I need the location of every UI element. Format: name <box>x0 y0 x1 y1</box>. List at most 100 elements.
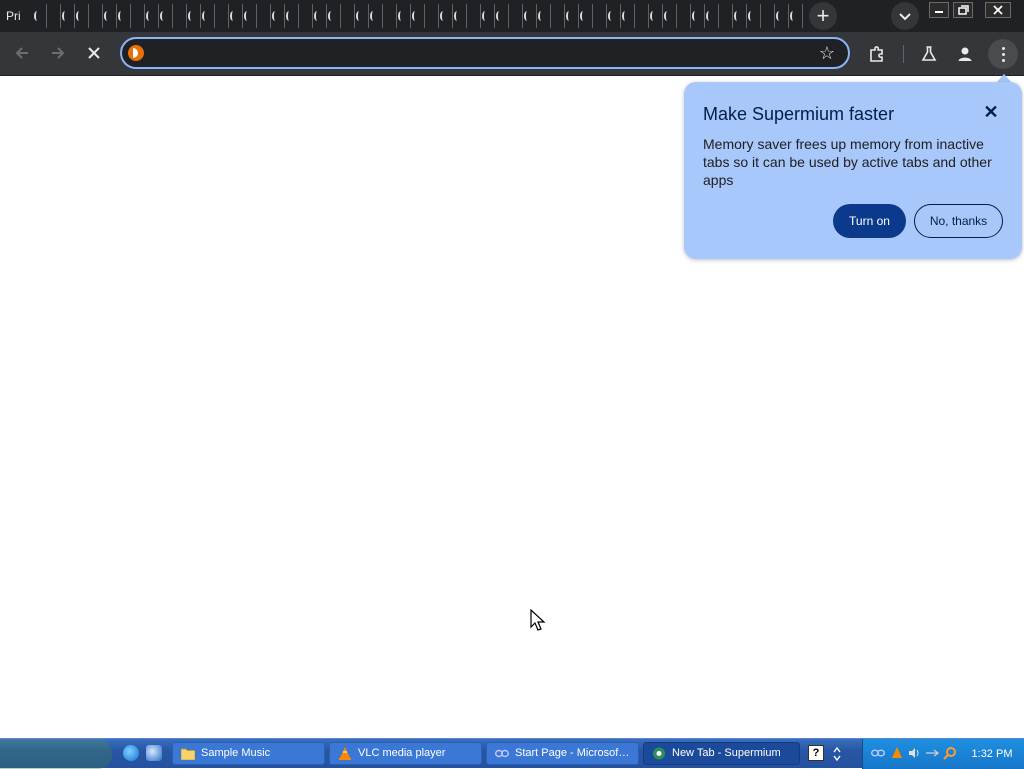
browser-tab[interactable] <box>746 4 761 28</box>
help-icon[interactable]: ? <box>808 745 824 761</box>
browser-quicklaunch-icon[interactable] <box>146 745 162 761</box>
taskbar-clock[interactable]: 1:32 PM <box>967 739 1017 769</box>
browser-tab[interactable] <box>676 4 691 28</box>
supermium-icon <box>653 747 665 760</box>
browser-tab[interactable] <box>214 4 229 28</box>
browser-tab[interactable] <box>438 4 453 28</box>
browser-tab[interactable] <box>704 4 719 28</box>
browser-tab[interactable] <box>130 4 145 28</box>
vlc-tray-icon[interactable] <box>890 746 904 760</box>
tab-favicon-icon <box>524 11 530 21</box>
minimize-button[interactable] <box>929 2 949 18</box>
no-thanks-button[interactable]: No, thanks <box>914 204 1003 238</box>
taskbar-button-start-page[interactable]: Start Page - Microsof… <box>486 742 639 765</box>
restore-button[interactable] <box>953 2 973 18</box>
address-bar[interactable]: ☆ <box>120 37 850 69</box>
browser-tab[interactable] <box>242 4 257 28</box>
browser-tab[interactable] <box>144 4 159 28</box>
browser-tab[interactable] <box>760 4 775 28</box>
tab-favicon-icon <box>328 11 334 21</box>
memory-saver-bubble: Make Supermium faster ✕ Memory saver fre… <box>684 82 1022 259</box>
browser-tab[interactable] <box>298 4 313 28</box>
browser-tab[interactable] <box>774 4 789 28</box>
browser-tab[interactable] <box>550 4 565 28</box>
extensions-button[interactable] <box>863 40 891 68</box>
system-tray: 1:32 PM <box>862 739 1024 769</box>
search-icon[interactable] <box>943 746 957 760</box>
forward-button[interactable] <box>43 38 73 68</box>
browser-tab[interactable] <box>200 4 215 28</box>
close-window-button[interactable] <box>985 2 1011 18</box>
star-icon[interactable]: ☆ <box>816 42 838 64</box>
browser-tab[interactable] <box>494 4 509 28</box>
browser-tab[interactable] <box>662 4 677 28</box>
tab-favicon-icon <box>370 11 376 21</box>
close-icon[interactable]: ✕ <box>982 103 1000 121</box>
browser-tab[interactable] <box>606 4 621 28</box>
browser-tab[interactable] <box>368 4 383 28</box>
browser-tab[interactable] <box>522 4 537 28</box>
browser-tab[interactable] <box>620 4 635 28</box>
browser-tab[interactable] <box>396 4 411 28</box>
browser-tab[interactable] <box>172 4 187 28</box>
browser-tab[interactable] <box>340 4 355 28</box>
browser-tab[interactable] <box>60 4 75 28</box>
address-input[interactable] <box>152 43 802 63</box>
volume-icon[interactable] <box>907 746 921 760</box>
browser-tab[interactable] <box>74 4 89 28</box>
tab-favicon-icon <box>160 11 166 21</box>
stop-loading-button[interactable] <box>79 38 109 68</box>
close-icon <box>88 47 100 59</box>
browser-tab[interactable] <box>312 4 327 28</box>
browser-tab[interactable] <box>788 4 803 28</box>
browser-tab[interactable] <box>186 4 201 28</box>
turn-on-button[interactable]: Turn on <box>833 204 906 238</box>
browser-tab[interactable] <box>480 4 495 28</box>
site-info-icon[interactable] <box>128 45 144 61</box>
browser-tab[interactable] <box>354 4 369 28</box>
browser-tab[interactable] <box>732 4 747 28</box>
browser-tab[interactable] <box>592 4 607 28</box>
browser-tab[interactable] <box>466 4 481 28</box>
new-tab-button[interactable]: + <box>809 2 837 30</box>
browser-menu-button[interactable] <box>988 39 1018 69</box>
browser-tab[interactable] <box>270 4 285 28</box>
back-button[interactable] <box>7 38 37 68</box>
tab-favicon-icon <box>76 11 82 21</box>
tab-search-button[interactable] <box>891 2 919 30</box>
start-button[interactable] <box>0 739 112 769</box>
browser-tab[interactable] <box>424 4 439 28</box>
browser-tab[interactable] <box>648 4 663 28</box>
browser-tab[interactable] <box>32 4 47 28</box>
browser-tab[interactable] <box>256 4 271 28</box>
browser-tab[interactable] <box>634 4 649 28</box>
browser-tab[interactable] <box>410 4 425 28</box>
tab-first[interactable]: Pri <box>6 4 32 28</box>
labs-button[interactable] <box>915 40 943 68</box>
browser-tab[interactable] <box>88 4 103 28</box>
taskbar-button-sample-music[interactable]: Sample Music <box>172 742 325 765</box>
browser-tab[interactable] <box>158 4 173 28</box>
network-icon[interactable] <box>871 746 885 760</box>
browser-tab[interactable] <box>536 4 551 28</box>
taskbar-button-supermium[interactable]: New Tab - Supermium <box>643 742 800 765</box>
browser-tab[interactable] <box>690 4 705 28</box>
taskbar-button-vlc[interactable]: VLC media player <box>329 742 482 765</box>
browser-tab[interactable] <box>578 4 593 28</box>
usb-icon[interactable] <box>925 746 939 760</box>
browser-tab[interactable] <box>564 4 579 28</box>
taskbar-scroll-icon[interactable] <box>830 744 844 764</box>
taskbar-button-label: Start Page - Microsof… <box>515 747 630 759</box>
browser-tab[interactable] <box>382 4 397 28</box>
browser-tab[interactable] <box>326 4 341 28</box>
browser-tab[interactable] <box>46 4 61 28</box>
browser-tab[interactable] <box>718 4 733 28</box>
browser-tab[interactable] <box>508 4 523 28</box>
browser-tab[interactable] <box>284 4 299 28</box>
browser-tab[interactable] <box>228 4 243 28</box>
browser-tab[interactable] <box>452 4 467 28</box>
browser-tab[interactable] <box>116 4 131 28</box>
internet-explorer-icon[interactable] <box>123 745 139 761</box>
browser-tab[interactable] <box>102 4 117 28</box>
profile-button[interactable] <box>951 40 979 68</box>
